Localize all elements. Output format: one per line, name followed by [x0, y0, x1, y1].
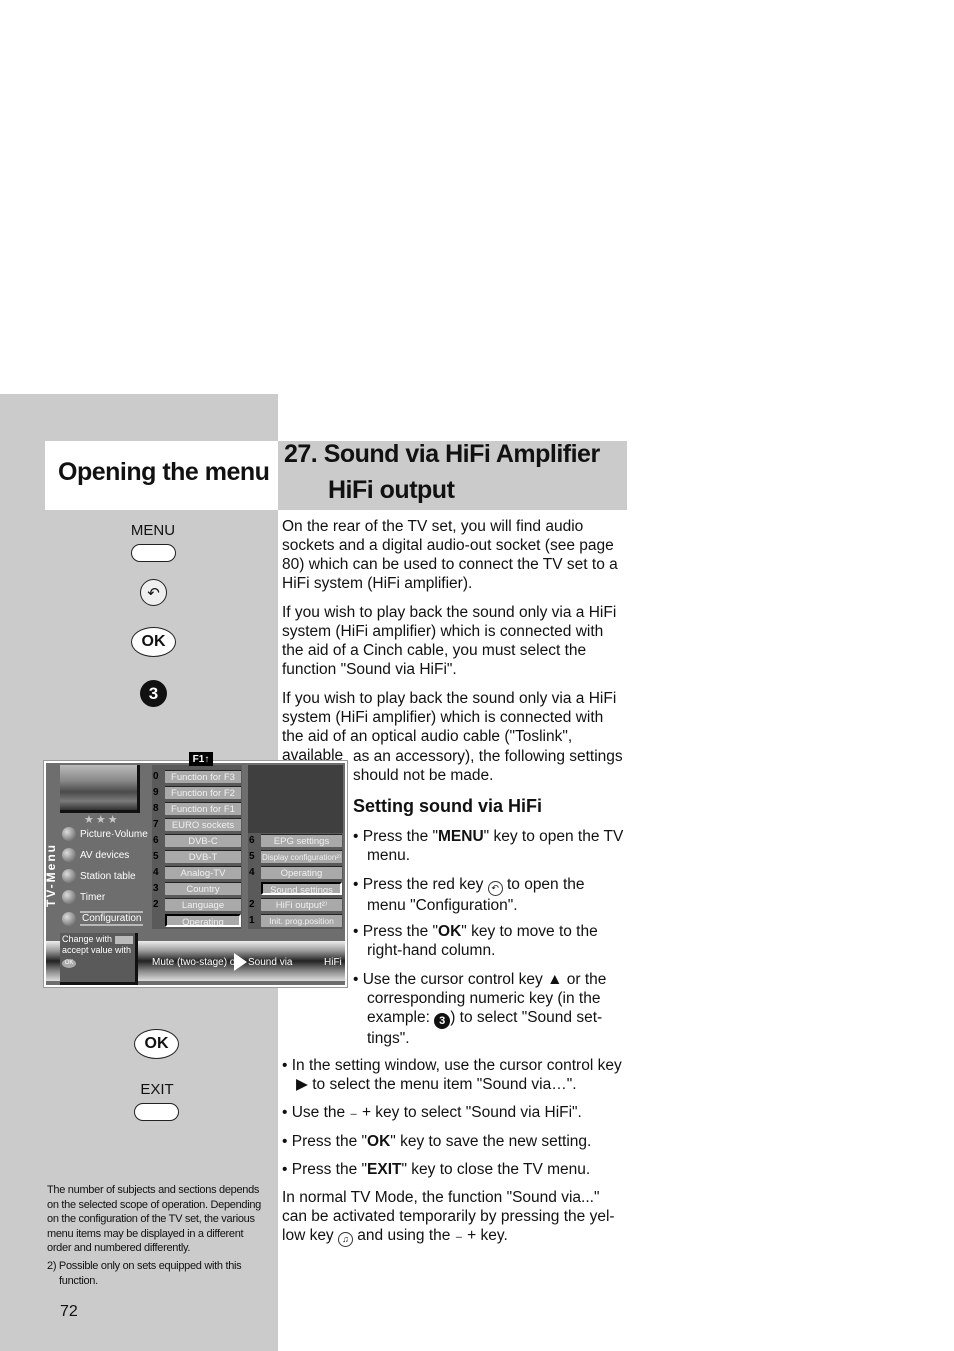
col2-row: 6 EPG settings — [249, 833, 342, 847]
left-section-title: Opening the menu — [58, 458, 270, 486]
tv-menu-screenshot: ★★★ TV-Menu Picture·Volume AV devices St… — [43, 760, 348, 988]
col1-row: 0 Function for F3 — [153, 769, 241, 783]
status-mute-text: Mute (two-stage) of — [152, 957, 239, 968]
nav-item-station-table: Station table — [62, 869, 136, 883]
paragraph-3b: as an accessory), the following settings… — [353, 748, 623, 784]
page-number: 72 — [60, 1303, 78, 1320]
col1-row: 5 DVB-T — [153, 849, 241, 863]
numeric-key-3: 3 — [140, 680, 167, 707]
col1-row: 6 DVB-C — [153, 833, 241, 847]
red-key-icon: ↶ — [487, 881, 503, 896]
step-8: • Press the "EXIT" key to close the TV m… — [282, 1161, 591, 1178]
menu-key-button — [131, 544, 176, 562]
col1-row-selected: Operating — [153, 913, 241, 927]
col2-row: 1 Init. prog.position — [249, 913, 342, 927]
chapter-title: 27. Sound via HiFi Amplifier — [284, 440, 600, 468]
col1-row: 7 EURO sockets — [153, 817, 241, 831]
step-7: • Press the "OK" key to save the new set… — [282, 1133, 592, 1150]
nav-item-timer: Timer — [62, 890, 105, 904]
final-paragraph: In normal TV Mode, the function "Sound v… — [282, 1188, 622, 1247]
tv-info-box: Change with accept value with OK — [60, 933, 138, 985]
step-2: • Press the red key ↶ to open the menu "… — [353, 876, 585, 914]
footnote-2: 2) Possible only on sets equipped with t… — [47, 1260, 242, 1287]
status-sound-via-text: Sound via — [248, 957, 293, 968]
ball-icon — [62, 827, 76, 841]
step-5: • In the setting window, use the cursor … — [282, 1057, 622, 1093]
red-key-return-icon: ↶ — [140, 579, 167, 606]
f1-badge: F1↑ — [189, 752, 213, 766]
ok-key-button: OK — [131, 627, 176, 657]
star-rating-icon: ★★★ — [84, 813, 120, 826]
ball-icon — [62, 869, 76, 883]
exit-key-button — [134, 1103, 179, 1121]
col1-row: 2 Language — [153, 897, 241, 911]
col2-row-selected: Sound settings — [249, 881, 342, 895]
chapter-subtitle: HiFi output — [328, 476, 455, 504]
step-4: • Use the cursor control key ▲ or the co… — [353, 971, 607, 1047]
col1-row: 4 Analog-TV — [153, 865, 241, 879]
exit-key-label: EXIT — [140, 1081, 174, 1098]
subheading: Setting sound via HiFi — [353, 796, 543, 816]
col2-row: 2 HiFi output²⁾ — [249, 897, 342, 911]
ok-key-button-2: OK — [134, 1029, 179, 1059]
footnote-main: The number of subjects and sections depe… — [47, 1184, 261, 1254]
step-3: • Press the "OK" key to move to the righ… — [353, 923, 598, 959]
tv-menu-vertical-title: TV-Menu — [44, 843, 58, 907]
step-6: • Use the ₋ + key to select "Sound via H… — [282, 1104, 582, 1121]
col1-row: 8 Function for F1 — [153, 801, 241, 815]
ok-key-icon: OK — [62, 959, 76, 968]
menu-preview-image — [60, 765, 140, 813]
paragraph-2: If you wish to play back the sound only … — [282, 604, 617, 678]
ball-icon — [62, 848, 76, 862]
play-arrow-icon — [234, 953, 247, 971]
minus-plus-key-icon — [114, 935, 133, 944]
col1-row: 9 Function for F2 — [153, 785, 241, 799]
yellow-key-music-icon: ♫ — [338, 1232, 353, 1247]
col1-row: 3 Country — [153, 881, 241, 895]
nav-item-configuration: Configuration — [62, 911, 144, 926]
numeric-3-icon: 3 — [434, 1013, 451, 1029]
ball-icon — [62, 911, 76, 926]
menu-key-label: MENU — [130, 522, 176, 539]
ball-icon — [62, 890, 76, 904]
col2-row: 5 Display configuration²⁾ — [249, 849, 342, 863]
col2-row: 4 Operating — [249, 865, 342, 879]
nav-item-av-devices: AV devices — [62, 848, 129, 862]
paragraph-1: On the rear of the TV set, you will find… — [282, 518, 618, 592]
nav-item-picture-volume: Picture·Volume — [62, 827, 148, 841]
status-hifi-value: HiFi — [324, 957, 342, 968]
step-1: • Press the "MENU" key to open the TV me… — [353, 828, 624, 864]
